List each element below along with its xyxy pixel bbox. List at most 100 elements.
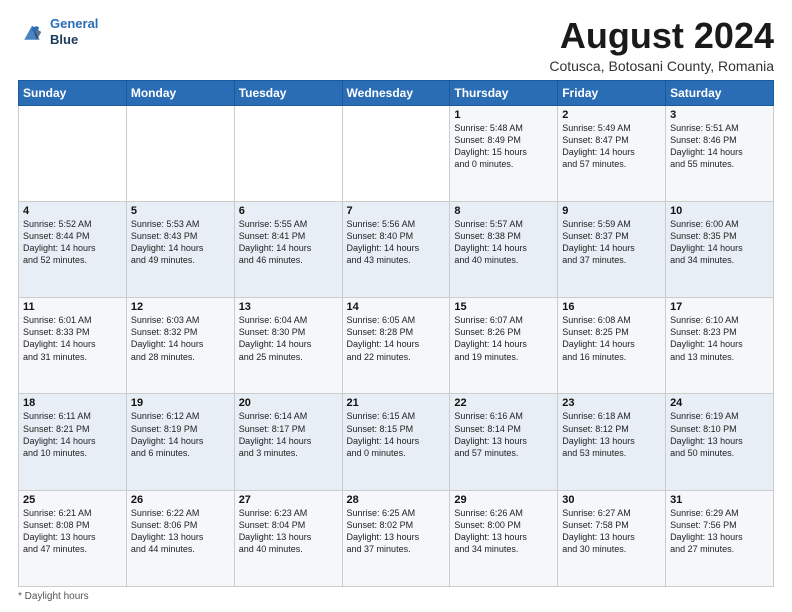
week-row-3: 11Sunrise: 6:01 AMSunset: 8:33 PMDayligh…: [19, 298, 774, 394]
day-number: 25: [23, 494, 122, 506]
day-info: Sunrise: 6:08 AMSunset: 8:25 PMDaylight:…: [562, 314, 661, 363]
calendar-cell: 29Sunrise: 6:26 AMSunset: 8:00 PMDayligh…: [450, 490, 558, 586]
calendar-cell: 6Sunrise: 5:55 AMSunset: 8:41 PMDaylight…: [234, 201, 342, 297]
day-info: Sunrise: 6:07 AMSunset: 8:26 PMDaylight:…: [454, 314, 553, 363]
day-info: Sunrise: 6:23 AMSunset: 8:04 PMDaylight:…: [239, 507, 338, 556]
day-info: Sunrise: 6:00 AMSunset: 8:35 PMDaylight:…: [670, 218, 769, 267]
week-row-2: 4Sunrise: 5:52 AMSunset: 8:44 PMDaylight…: [19, 201, 774, 297]
day-number: 1: [454, 109, 553, 121]
day-number: 3: [670, 109, 769, 121]
calendar-cell: 27Sunrise: 6:23 AMSunset: 8:04 PMDayligh…: [234, 490, 342, 586]
day-info: Sunrise: 6:01 AMSunset: 8:33 PMDaylight:…: [23, 314, 122, 363]
footer-text: Daylight hours: [25, 591, 89, 602]
days-of-week-row: SundayMondayTuesdayWednesdayThursdayFrid…: [19, 80, 774, 105]
calendar-cell: 28Sunrise: 6:25 AMSunset: 8:02 PMDayligh…: [342, 490, 450, 586]
day-info: Sunrise: 5:55 AMSunset: 8:41 PMDaylight:…: [239, 218, 338, 267]
calendar-cell: 18Sunrise: 6:11 AMSunset: 8:21 PMDayligh…: [19, 394, 127, 490]
page: General Blue August 2024 Cotusca, Botosa…: [0, 0, 792, 612]
day-number: 13: [239, 301, 338, 313]
day-info: Sunrise: 6:11 AMSunset: 8:21 PMDaylight:…: [23, 410, 122, 459]
footer-note: * Daylight hours: [18, 591, 774, 602]
day-info: Sunrise: 6:16 AMSunset: 8:14 PMDaylight:…: [454, 410, 553, 459]
day-info: Sunrise: 5:53 AMSunset: 8:43 PMDaylight:…: [131, 218, 230, 267]
day-info: Sunrise: 6:03 AMSunset: 8:32 PMDaylight:…: [131, 314, 230, 363]
calendar-body: 1Sunrise: 5:48 AMSunset: 8:49 PMDaylight…: [19, 105, 774, 586]
day-info: Sunrise: 6:25 AMSunset: 8:02 PMDaylight:…: [347, 507, 446, 556]
title-block: August 2024 Cotusca, Botosani County, Ro…: [549, 16, 774, 74]
day-info: Sunrise: 6:10 AMSunset: 8:23 PMDaylight:…: [670, 314, 769, 363]
calendar-cell: 20Sunrise: 6:14 AMSunset: 8:17 PMDayligh…: [234, 394, 342, 490]
calendar-cell: 21Sunrise: 6:15 AMSunset: 8:15 PMDayligh…: [342, 394, 450, 490]
day-number: 12: [131, 301, 230, 313]
week-row-1: 1Sunrise: 5:48 AMSunset: 8:49 PMDaylight…: [19, 105, 774, 201]
day-info: Sunrise: 6:22 AMSunset: 8:06 PMDaylight:…: [131, 507, 230, 556]
day-info: Sunrise: 6:04 AMSunset: 8:30 PMDaylight:…: [239, 314, 338, 363]
calendar-cell: 19Sunrise: 6:12 AMSunset: 8:19 PMDayligh…: [126, 394, 234, 490]
day-number: 27: [239, 494, 338, 506]
day-number: 5: [131, 205, 230, 217]
calendar-cell: [19, 105, 127, 201]
calendar-cell: 31Sunrise: 6:29 AMSunset: 7:56 PMDayligh…: [666, 490, 774, 586]
day-number: 10: [670, 205, 769, 217]
day-header-friday: Friday: [558, 80, 666, 105]
day-number: 2: [562, 109, 661, 121]
calendar-cell: 13Sunrise: 6:04 AMSunset: 8:30 PMDayligh…: [234, 298, 342, 394]
day-number: 26: [131, 494, 230, 506]
week-row-4: 18Sunrise: 6:11 AMSunset: 8:21 PMDayligh…: [19, 394, 774, 490]
day-number: 16: [562, 301, 661, 313]
day-number: 30: [562, 494, 661, 506]
calendar-header: SundayMondayTuesdayWednesdayThursdayFrid…: [19, 80, 774, 105]
day-info: Sunrise: 6:14 AMSunset: 8:17 PMDaylight:…: [239, 410, 338, 459]
calendar-cell: 24Sunrise: 6:19 AMSunset: 8:10 PMDayligh…: [666, 394, 774, 490]
day-info: Sunrise: 5:52 AMSunset: 8:44 PMDaylight:…: [23, 218, 122, 267]
day-info: Sunrise: 5:49 AMSunset: 8:47 PMDaylight:…: [562, 122, 661, 171]
day-number: 11: [23, 301, 122, 313]
calendar-cell: [126, 105, 234, 201]
calendar-cell: 25Sunrise: 6:21 AMSunset: 8:08 PMDayligh…: [19, 490, 127, 586]
day-header-sunday: Sunday: [19, 80, 127, 105]
day-number: 18: [23, 397, 122, 409]
day-info: Sunrise: 5:59 AMSunset: 8:37 PMDaylight:…: [562, 218, 661, 267]
day-info: Sunrise: 6:05 AMSunset: 8:28 PMDaylight:…: [347, 314, 446, 363]
calendar-cell: 9Sunrise: 5:59 AMSunset: 8:37 PMDaylight…: [558, 201, 666, 297]
day-info: Sunrise: 6:18 AMSunset: 8:12 PMDaylight:…: [562, 410, 661, 459]
day-info: Sunrise: 6:26 AMSunset: 8:00 PMDaylight:…: [454, 507, 553, 556]
calendar-cell: 14Sunrise: 6:05 AMSunset: 8:28 PMDayligh…: [342, 298, 450, 394]
calendar-subtitle: Cotusca, Botosani County, Romania: [549, 58, 774, 74]
calendar-title: August 2024: [549, 16, 774, 56]
day-number: 7: [347, 205, 446, 217]
header: General Blue August 2024 Cotusca, Botosa…: [18, 16, 774, 74]
day-info: Sunrise: 6:27 AMSunset: 7:58 PMDaylight:…: [562, 507, 661, 556]
week-row-5: 25Sunrise: 6:21 AMSunset: 8:08 PMDayligh…: [19, 490, 774, 586]
calendar-cell: 26Sunrise: 6:22 AMSunset: 8:06 PMDayligh…: [126, 490, 234, 586]
day-header-monday: Monday: [126, 80, 234, 105]
calendar-cell: 8Sunrise: 5:57 AMSunset: 8:38 PMDaylight…: [450, 201, 558, 297]
day-info: Sunrise: 6:12 AMSunset: 8:19 PMDaylight:…: [131, 410, 230, 459]
calendar-cell: 12Sunrise: 6:03 AMSunset: 8:32 PMDayligh…: [126, 298, 234, 394]
day-number: 17: [670, 301, 769, 313]
calendar-cell: 1Sunrise: 5:48 AMSunset: 8:49 PMDaylight…: [450, 105, 558, 201]
day-number: 14: [347, 301, 446, 313]
calendar-cell: 23Sunrise: 6:18 AMSunset: 8:12 PMDayligh…: [558, 394, 666, 490]
day-number: 4: [23, 205, 122, 217]
day-header-tuesday: Tuesday: [234, 80, 342, 105]
day-number: 22: [454, 397, 553, 409]
day-number: 23: [562, 397, 661, 409]
calendar-cell: 17Sunrise: 6:10 AMSunset: 8:23 PMDayligh…: [666, 298, 774, 394]
calendar-cell: 16Sunrise: 6:08 AMSunset: 8:25 PMDayligh…: [558, 298, 666, 394]
day-info: Sunrise: 5:51 AMSunset: 8:46 PMDaylight:…: [670, 122, 769, 171]
logo-text: General Blue: [50, 16, 98, 47]
logo-blue: Blue: [50, 32, 98, 48]
day-number: 20: [239, 397, 338, 409]
calendar-cell: 5Sunrise: 5:53 AMSunset: 8:43 PMDaylight…: [126, 201, 234, 297]
day-header-wednesday: Wednesday: [342, 80, 450, 105]
day-number: 31: [670, 494, 769, 506]
logo-icon: [18, 18, 46, 46]
day-info: Sunrise: 6:15 AMSunset: 8:15 PMDaylight:…: [347, 410, 446, 459]
day-number: 15: [454, 301, 553, 313]
day-number: 29: [454, 494, 553, 506]
logo-general: General: [50, 16, 98, 31]
day-number: 8: [454, 205, 553, 217]
day-info: Sunrise: 5:57 AMSunset: 8:38 PMDaylight:…: [454, 218, 553, 267]
calendar-cell: 3Sunrise: 5:51 AMSunset: 8:46 PMDaylight…: [666, 105, 774, 201]
